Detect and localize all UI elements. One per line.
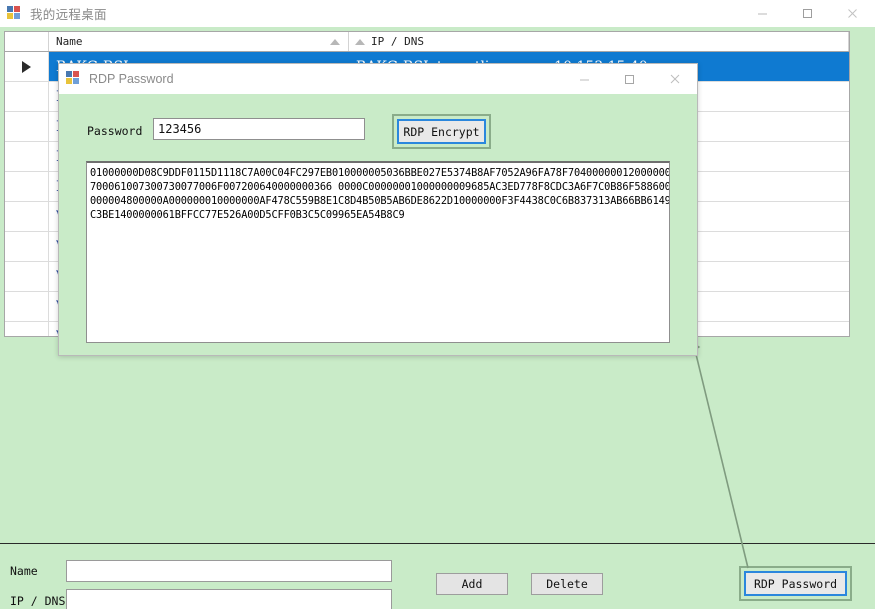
application-window: 我的远程桌面 Name IP / DNS Name IP / DNS Add D… [0,0,875,609]
add-button[interactable]: Add [436,573,508,595]
row-selector[interactable] [5,52,49,81]
delete-button[interactable]: Delete [531,573,603,595]
hex-line: 700061007300730077006F007200640000000366… [90,181,670,193]
ip-input[interactable] [66,589,392,609]
bottom-divider [0,543,875,544]
app-window-icon [7,5,23,22]
hex-line: 01000000D08C9DDF0115D1118C7A00C04FC297EB… [90,167,670,179]
column-header-name-label: Name [56,35,83,48]
row-selector[interactable] [5,322,49,336]
grid-header: Name IP / DNS [5,32,849,52]
minimize-icon[interactable] [740,0,785,27]
close-icon[interactable] [830,0,875,27]
dialog-title: RDP Password [89,72,174,86]
name-input[interactable] [66,560,392,582]
password-input[interactable]: 123456 [153,118,365,140]
grid-corner-cell [5,32,49,51]
rdp-password-button[interactable]: RDP Password [744,571,847,596]
row-selector[interactable] [5,262,49,291]
hex-line: C3BE1400000061BFFCC77E526A00D5CFF0B3C5C0… [90,209,405,221]
encrypted-output-textarea[interactable]: 01000000D08C9DDF0115D1118C7A00C04FC297EB… [86,161,670,343]
password-field-label: Password [87,124,143,138]
column-header-ip[interactable]: IP / DNS [349,32,849,51]
row-selector[interactable] [5,202,49,231]
sort-ascending-icon [330,38,340,45]
sort-ascending-icon-secondary [355,38,365,45]
app-window-icon [66,71,82,87]
ip-field-label: IP / DNS [10,594,66,608]
hex-line: 000004800000A000000010000000AF478C559B8E… [90,195,670,207]
row-pointer-icon [22,60,31,73]
row-selector[interactable] [5,142,49,171]
maximize-icon[interactable] [785,0,830,27]
row-selector[interactable] [5,82,49,111]
rdp-encrypt-button[interactable]: RDP Encrypt [397,119,486,144]
dialog-titlebar: RDP Password [59,64,697,94]
dialog-window-controls [562,64,697,94]
column-header-ip-label: IP / DNS [371,35,424,48]
row-selector[interactable] [5,112,49,141]
dialog-minimize-icon[interactable] [562,64,607,94]
column-header-name[interactable]: Name [49,32,349,51]
window-controls [740,0,875,27]
row-selector[interactable] [5,232,49,261]
row-selector[interactable] [5,172,49,201]
dialog-maximize-icon[interactable] [607,64,652,94]
name-field-label: Name [10,564,38,578]
rdp-password-dialog: RDP Password Password 123456 RDP Encrypt… [58,63,698,356]
window-title: 我的远程桌面 [30,8,107,22]
window-titlebar: 我的远程桌面 [0,0,875,27]
row-selector[interactable] [5,292,49,321]
dialog-close-icon[interactable] [652,64,697,94]
